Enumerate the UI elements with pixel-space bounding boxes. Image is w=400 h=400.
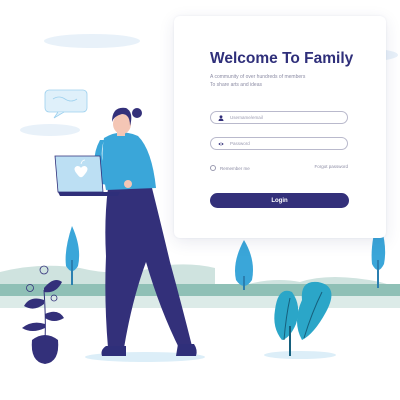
shadow-floor-right [264, 351, 336, 359]
subtitle-line-2: To share arts and ideas [210, 82, 262, 88]
username-field[interactable] [210, 111, 348, 124]
remember-me-radio[interactable] [210, 165, 216, 171]
password-field[interactable] [210, 137, 348, 150]
page-title: Welcome To Family [210, 50, 354, 67]
ground-light [0, 296, 400, 308]
stage: Welcome To Family A community of over hu… [0, 0, 400, 400]
eye-icon[interactable] [218, 141, 224, 147]
login-button[interactable]: Login [210, 193, 349, 208]
ground-band [0, 284, 400, 296]
leaf-plant [274, 281, 332, 356]
username-input[interactable] [230, 112, 342, 123]
login-card: Welcome To Family A community of over hu… [174, 16, 386, 238]
user-icon [218, 115, 224, 121]
remember-row: Remember me Forgot password [210, 164, 348, 174]
chat-bubble-icon [44, 89, 88, 119]
cloud-left [20, 124, 80, 136]
cloud-top-left [44, 34, 140, 48]
remember-me-label[interactable]: Remember me [220, 166, 250, 171]
password-input[interactable] [230, 138, 342, 149]
tree-center [235, 240, 253, 290]
forgot-password-link[interactable]: Forgot password [314, 164, 348, 169]
subtitle-line-1: A community of over hundreds of members [210, 74, 306, 80]
subtitle: A community of over hundreds of members … [210, 73, 360, 89]
